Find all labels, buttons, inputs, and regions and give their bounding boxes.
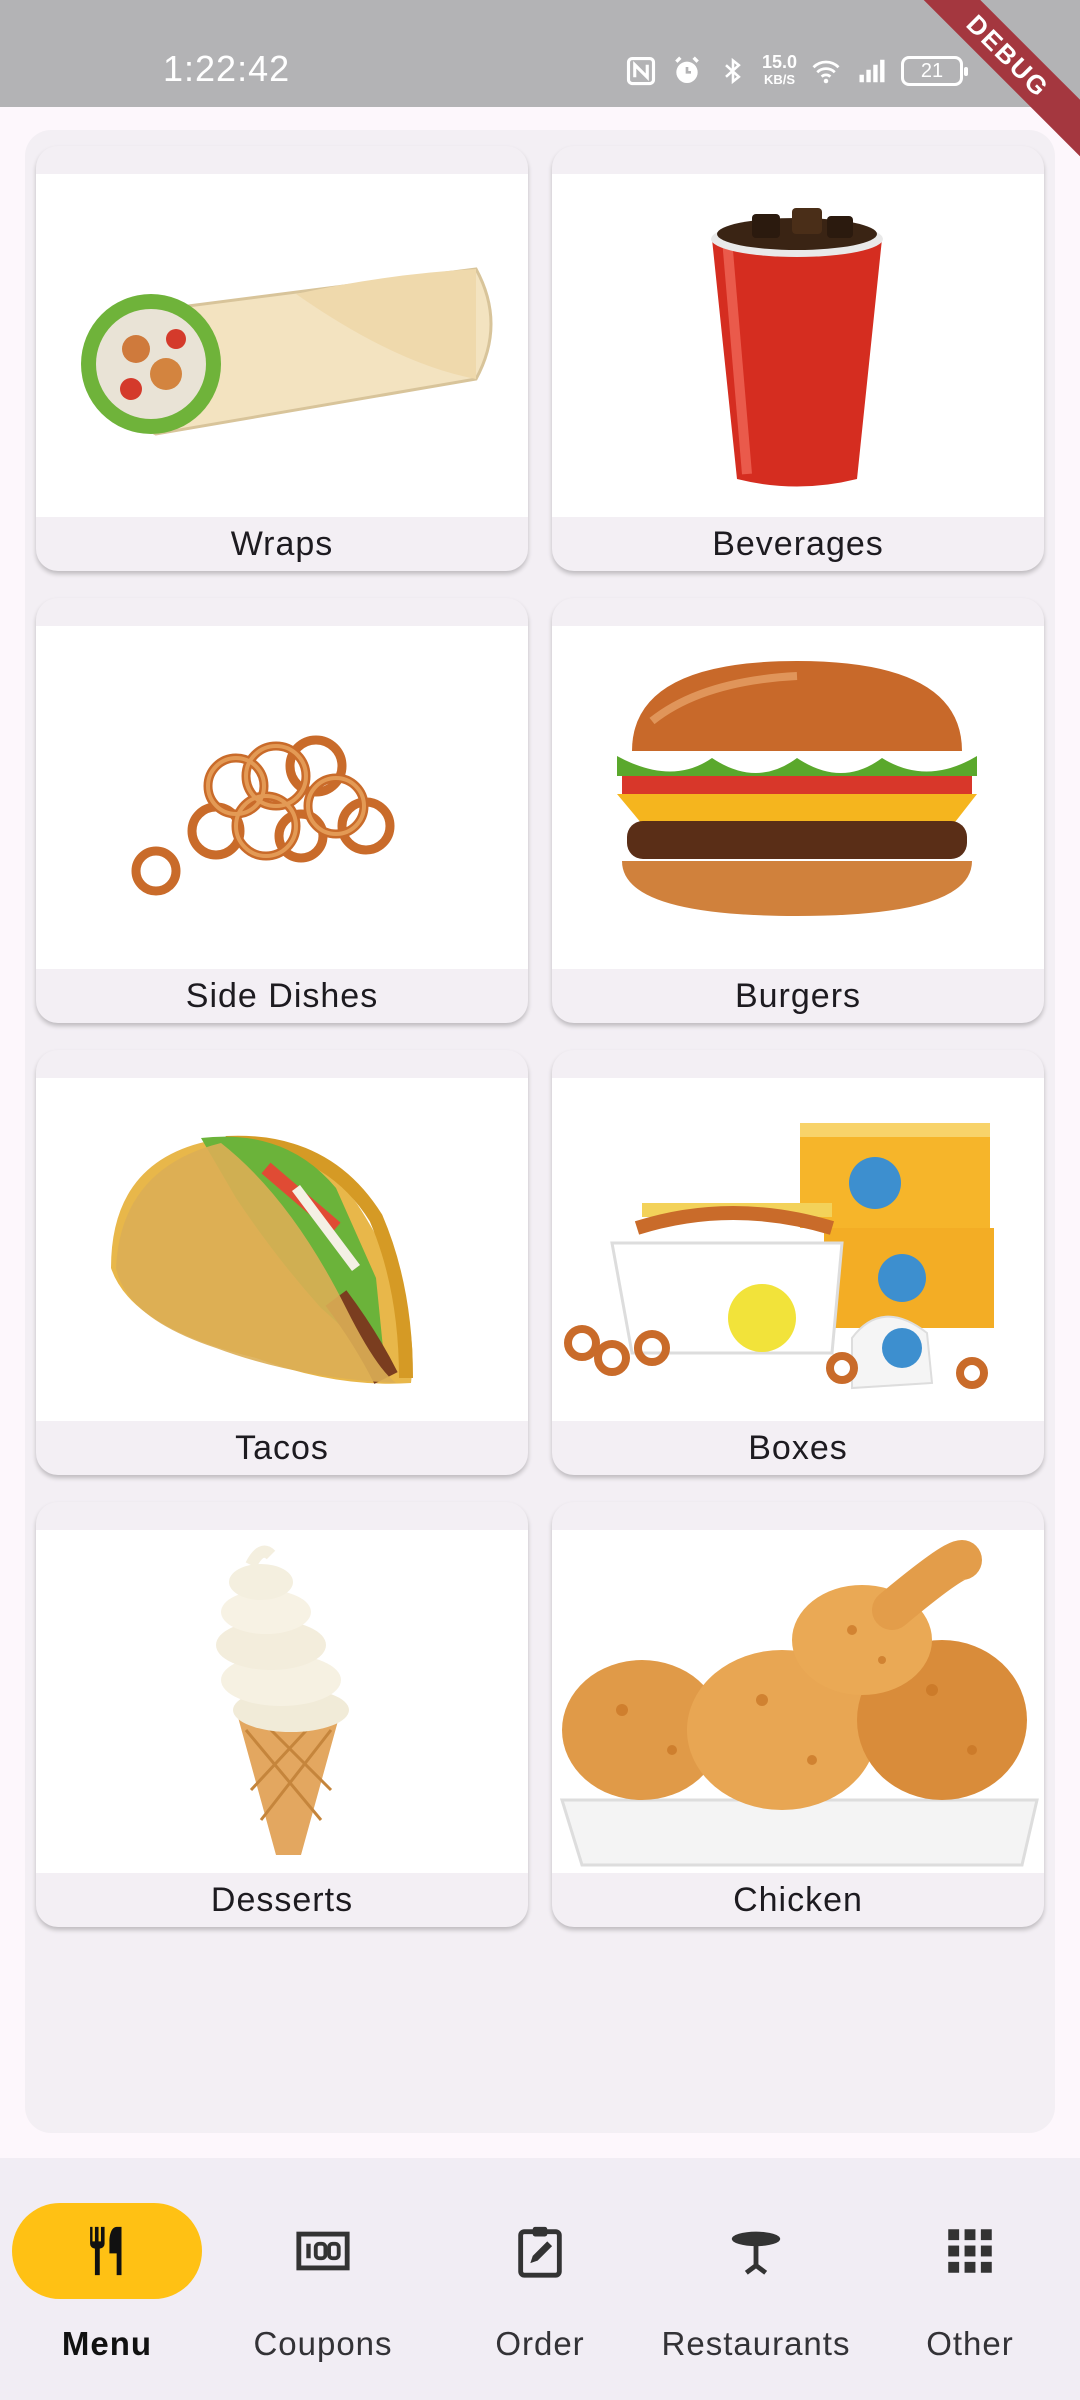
status-icons: 15.0 KB/S 21 — [624, 52, 969, 90]
category-card-tacos[interactable]: Tacos — [36, 1050, 528, 1475]
category-label-beverages: Beverages — [712, 525, 884, 563]
ice-cream-image — [36, 1530, 528, 1873]
nav-pill-coupons[interactable] — [228, 2203, 418, 2299]
wrap-image — [36, 174, 528, 517]
fried-chicken-image — [552, 1530, 1044, 1873]
category-label-chicken: Chicken — [733, 1881, 863, 1919]
bottom-navigation: Menu Coupons Order Restaurants Other — [0, 2158, 1080, 2400]
category-label-burgers: Burgers — [734, 977, 862, 1015]
category-card-burgers[interactable]: Burgers — [552, 598, 1044, 1023]
category-card-boxes[interactable]: Boxes — [552, 1050, 1044, 1475]
network-speed: 15.0 KB/S — [762, 52, 798, 88]
nav-pill-other[interactable] — [875, 2203, 1065, 2299]
nav-pill-restaurants[interactable] — [661, 2203, 851, 2299]
status-time: 1:22:42 — [163, 48, 291, 89]
category-label-boxes: Boxes — [748, 1429, 848, 1467]
nav-item-coupons[interactable]: Coupons — [223, 2203, 423, 2363]
nav-pill-order[interactable] — [445, 2203, 635, 2299]
box-meal-image — [552, 1078, 1044, 1421]
category-label-desserts: Desserts — [210, 1881, 354, 1919]
nav-pill-menu[interactable] — [12, 2203, 202, 2299]
clipboard-edit-icon — [518, 2226, 562, 2278]
nav-label-other: Other — [926, 2325, 1014, 2362]
category-card-side-dishes[interactable]: Side Dishes — [36, 598, 528, 1023]
signal-icon — [855, 54, 889, 88]
category-label-wraps: Wraps — [230, 525, 334, 563]
nfc-icon — [624, 54, 658, 88]
table-icon — [731, 2231, 781, 2275]
category-card-beverages[interactable]: Beverages — [552, 146, 1044, 571]
nav-item-restaurants[interactable]: Restaurants — [656, 2203, 856, 2363]
cup-image — [552, 174, 1044, 517]
nav-label-restaurants: Restaurants — [661, 2325, 851, 2362]
nav-item-order[interactable]: Order — [440, 2203, 640, 2363]
taco-image — [36, 1078, 528, 1421]
net-speed-value: 15.0 — [762, 52, 798, 72]
category-card-wraps[interactable]: Wraps — [36, 146, 528, 571]
utensils-icon — [90, 2226, 122, 2276]
nav-label-order: Order — [495, 2325, 585, 2362]
category-label-side-dishes: Side Dishes — [185, 977, 379, 1015]
nav-item-other[interactable]: Other — [870, 2203, 1070, 2363]
nav-item-menu[interactable]: Menu — [7, 2203, 207, 2363]
wifi-icon — [809, 54, 843, 88]
nav-label-menu: Menu — [61, 2325, 153, 2362]
net-speed-unit: KB/S — [763, 72, 796, 87]
category-card-chicken[interactable]: Chicken — [552, 1502, 1044, 1927]
nav-label-coupons: Coupons — [253, 2325, 393, 2362]
curly-fries-image — [36, 626, 528, 969]
battery-indicator: 21 — [901, 56, 969, 86]
grid-icon — [948, 2229, 992, 2273]
category-card-desserts[interactable]: Desserts — [36, 1502, 528, 1927]
burger-image — [552, 626, 1044, 969]
category-label-tacos: Tacos — [235, 1429, 329, 1467]
coupon-icon — [296, 2231, 350, 2271]
alarm-icon — [670, 54, 704, 88]
bluetooth-icon — [716, 54, 750, 88]
menu-panel: Wraps Beverages Side Dishes Burgers Taco… — [25, 130, 1055, 2133]
status-bar: 1:22:42 15.0 KB/S 21 DEBUG — [0, 0, 1080, 163]
